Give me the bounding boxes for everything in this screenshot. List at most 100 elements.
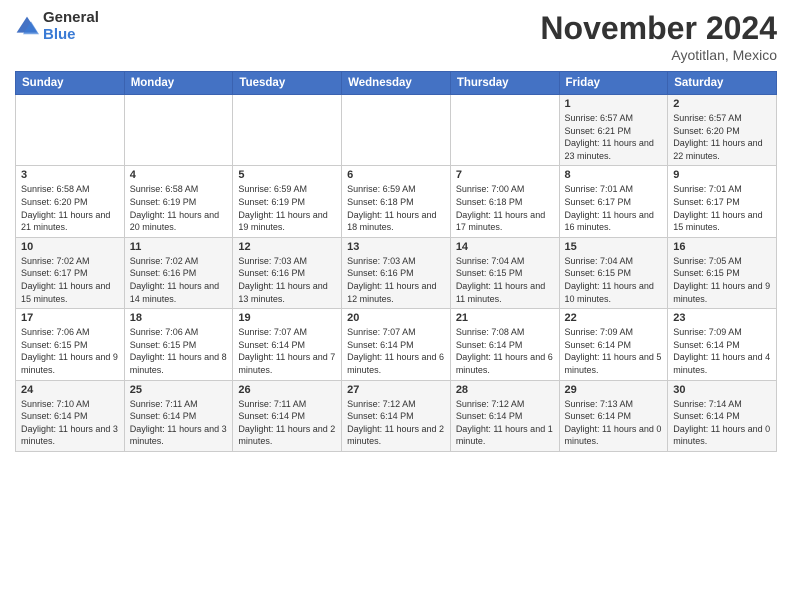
day-info: Sunrise: 7:03 AM Sunset: 6:16 PM Dayligh… (347, 255, 445, 305)
calendar-week-row: 17 Sunrise: 7:06 AM Sunset: 6:15 PM Dayli… (16, 309, 777, 380)
day-number: 17 (21, 312, 119, 324)
page: General Blue November 2024 Ayotitlan, Me… (0, 0, 792, 612)
calendar-header-row: SundayMondayTuesdayWednesdayThursdayFrid… (16, 72, 777, 95)
day-number: 24 (21, 384, 119, 396)
calendar-cell: 29 Sunrise: 7:13 AM Sunset: 6:14 PM Dayli… (559, 380, 668, 451)
calendar-cell: 6 Sunrise: 6:59 AM Sunset: 6:18 PM Daylig… (342, 166, 451, 237)
day-info: Sunrise: 6:57 AM Sunset: 6:20 PM Dayligh… (673, 112, 771, 162)
day-info: Sunrise: 7:05 AM Sunset: 6:15 PM Dayligh… (673, 255, 771, 305)
calendar-cell: 27 Sunrise: 7:12 AM Sunset: 6:14 PM Dayli… (342, 380, 451, 451)
day-number: 14 (456, 241, 554, 253)
calendar-cell: 11 Sunrise: 7:02 AM Sunset: 6:16 PM Dayli… (124, 237, 233, 308)
day-info: Sunrise: 7:00 AM Sunset: 6:18 PM Dayligh… (456, 183, 554, 233)
day-number: 28 (456, 384, 554, 396)
calendar-cell: 30Sunrise: 7:14 AM Sunset: 6:14 PM Dayli… (668, 380, 777, 451)
logo: General Blue (15, 10, 99, 43)
day-info: Sunrise: 7:10 AM Sunset: 6:14 PM Dayligh… (21, 398, 119, 448)
day-info: Sunrise: 7:01 AM Sunset: 6:17 PM Dayligh… (565, 183, 663, 233)
calendar-cell: 16Sunrise: 7:05 AM Sunset: 6:15 PM Dayli… (668, 237, 777, 308)
calendar-week-row: 1 Sunrise: 6:57 AM Sunset: 6:21 PM Daylig… (16, 95, 777, 166)
day-number: 23 (673, 312, 771, 324)
day-info: Sunrise: 7:02 AM Sunset: 6:17 PM Dayligh… (21, 255, 119, 305)
day-info: Sunrise: 6:59 AM Sunset: 6:18 PM Dayligh… (347, 183, 445, 233)
calendar-cell: 21Sunrise: 7:08 AM Sunset: 6:14 PM Dayli… (450, 309, 559, 380)
day-number: 19 (238, 312, 336, 324)
calendar: SundayMondayTuesdayWednesdayThursdayFrid… (15, 71, 777, 452)
day-number: 7 (456, 169, 554, 181)
day-info: Sunrise: 7:07 AM Sunset: 6:14 PM Dayligh… (238, 326, 336, 376)
day-number: 30 (673, 384, 771, 396)
calendar-cell: 26Sunrise: 7:11 AM Sunset: 6:14 PM Dayli… (233, 380, 342, 451)
calendar-cell: 14 Sunrise: 7:04 AM Sunset: 6:15 PM Dayli… (450, 237, 559, 308)
calendar-cell: 15 Sunrise: 7:04 AM Sunset: 6:15 PM Dayli… (559, 237, 668, 308)
day-info: Sunrise: 7:03 AM Sunset: 6:16 PM Dayligh… (238, 255, 336, 305)
day-info: Sunrise: 7:11 AM Sunset: 6:14 PM Dayligh… (130, 398, 228, 448)
calendar-cell: 9 Sunrise: 7:01 AM Sunset: 6:17 PM Daylig… (668, 166, 777, 237)
logo-icon (15, 15, 39, 39)
day-number: 29 (565, 384, 663, 396)
calendar-cell (342, 95, 451, 166)
calendar-cell: 2 Sunrise: 6:57 AM Sunset: 6:20 PM Daylig… (668, 95, 777, 166)
day-number: 18 (130, 312, 228, 324)
calendar-cell (233, 95, 342, 166)
day-number: 15 (565, 241, 663, 253)
day-number: 8 (565, 169, 663, 181)
calendar-cell: 18 Sunrise: 7:06 AM Sunset: 6:15 PM Dayli… (124, 309, 233, 380)
day-info: Sunrise: 7:06 AM Sunset: 6:15 PM Dayligh… (130, 326, 228, 376)
day-number: 25 (130, 384, 228, 396)
calendar-cell: 10 Sunrise: 7:02 AM Sunset: 6:17 PM Dayli… (16, 237, 125, 308)
day-number: 22 (565, 312, 663, 324)
calendar-day-header: Tuesday (233, 72, 342, 95)
location: Ayotitlan, Mexico (540, 47, 777, 63)
day-info: Sunrise: 7:01 AM Sunset: 6:17 PM Dayligh… (673, 183, 771, 233)
day-info: Sunrise: 7:07 AM Sunset: 6:14 PM Dayligh… (347, 326, 445, 376)
day-number: 26 (238, 384, 336, 396)
calendar-day-header: Thursday (450, 72, 559, 95)
calendar-cell: 22 Sunrise: 7:09 AM Sunset: 6:14 PM Dayli… (559, 309, 668, 380)
calendar-cell: 1 Sunrise: 6:57 AM Sunset: 6:21 PM Daylig… (559, 95, 668, 166)
day-number: 10 (21, 241, 119, 253)
calendar-day-header: Sunday (16, 72, 125, 95)
day-info: Sunrise: 7:09 AM Sunset: 6:14 PM Dayligh… (673, 326, 771, 376)
month-title: November 2024 (540, 10, 777, 47)
day-number: 9 (673, 169, 771, 181)
calendar-cell: 25 Sunrise: 7:11 AM Sunset: 6:14 PM Dayli… (124, 380, 233, 451)
calendar-cell: 17 Sunrise: 7:06 AM Sunset: 6:15 PM Dayli… (16, 309, 125, 380)
calendar-cell: 23 Sunrise: 7:09 AM Sunset: 6:14 PM Dayli… (668, 309, 777, 380)
day-info: Sunrise: 7:12 AM Sunset: 6:14 PM Dayligh… (347, 398, 445, 448)
day-number: 6 (347, 169, 445, 181)
day-number: 1 (565, 98, 663, 110)
logo-blue: Blue (43, 27, 99, 44)
calendar-week-row: 3 Sunrise: 6:58 AM Sunset: 6:20 PM Daylig… (16, 166, 777, 237)
calendar-cell: 8 Sunrise: 7:01 AM Sunset: 6:17 PM Daylig… (559, 166, 668, 237)
calendar-cell: 13 Sunrise: 7:03 AM Sunset: 6:16 PM Dayli… (342, 237, 451, 308)
calendar-cell: 4Sunrise: 6:58 AM Sunset: 6:19 PM Daylig… (124, 166, 233, 237)
day-number: 2 (673, 98, 771, 110)
calendar-day-header: Saturday (668, 72, 777, 95)
day-info: Sunrise: 7:09 AM Sunset: 6:14 PM Dayligh… (565, 326, 663, 376)
calendar-cell: 20 Sunrise: 7:07 AM Sunset: 6:14 PM Dayli… (342, 309, 451, 380)
day-info: Sunrise: 7:06 AM Sunset: 6:15 PM Dayligh… (21, 326, 119, 376)
day-info: Sunrise: 6:57 AM Sunset: 6:21 PM Dayligh… (565, 112, 663, 162)
calendar-day-header: Wednesday (342, 72, 451, 95)
day-info: Sunrise: 6:58 AM Sunset: 6:20 PM Dayligh… (21, 183, 119, 233)
day-number: 20 (347, 312, 445, 324)
calendar-day-header: Friday (559, 72, 668, 95)
day-info: Sunrise: 7:13 AM Sunset: 6:14 PM Dayligh… (565, 398, 663, 448)
calendar-week-row: 24 Sunrise: 7:10 AM Sunset: 6:14 PM Dayli… (16, 380, 777, 451)
day-number: 27 (347, 384, 445, 396)
calendar-cell: 5Sunrise: 6:59 AM Sunset: 6:19 PM Daylig… (233, 166, 342, 237)
day-number: 11 (130, 241, 228, 253)
day-number: 13 (347, 241, 445, 253)
calendar-cell (450, 95, 559, 166)
calendar-cell: 24 Sunrise: 7:10 AM Sunset: 6:14 PM Dayli… (16, 380, 125, 451)
day-info: Sunrise: 7:04 AM Sunset: 6:15 PM Dayligh… (565, 255, 663, 305)
calendar-cell (16, 95, 125, 166)
day-number: 3 (21, 169, 119, 181)
logo-general: General (43, 10, 99, 27)
day-info: Sunrise: 7:04 AM Sunset: 6:15 PM Dayligh… (456, 255, 554, 305)
calendar-week-row: 10 Sunrise: 7:02 AM Sunset: 6:17 PM Dayli… (16, 237, 777, 308)
day-info: Sunrise: 7:02 AM Sunset: 6:16 PM Dayligh… (130, 255, 228, 305)
calendar-cell: 19 Sunrise: 7:07 AM Sunset: 6:14 PM Dayli… (233, 309, 342, 380)
day-number: 21 (456, 312, 554, 324)
